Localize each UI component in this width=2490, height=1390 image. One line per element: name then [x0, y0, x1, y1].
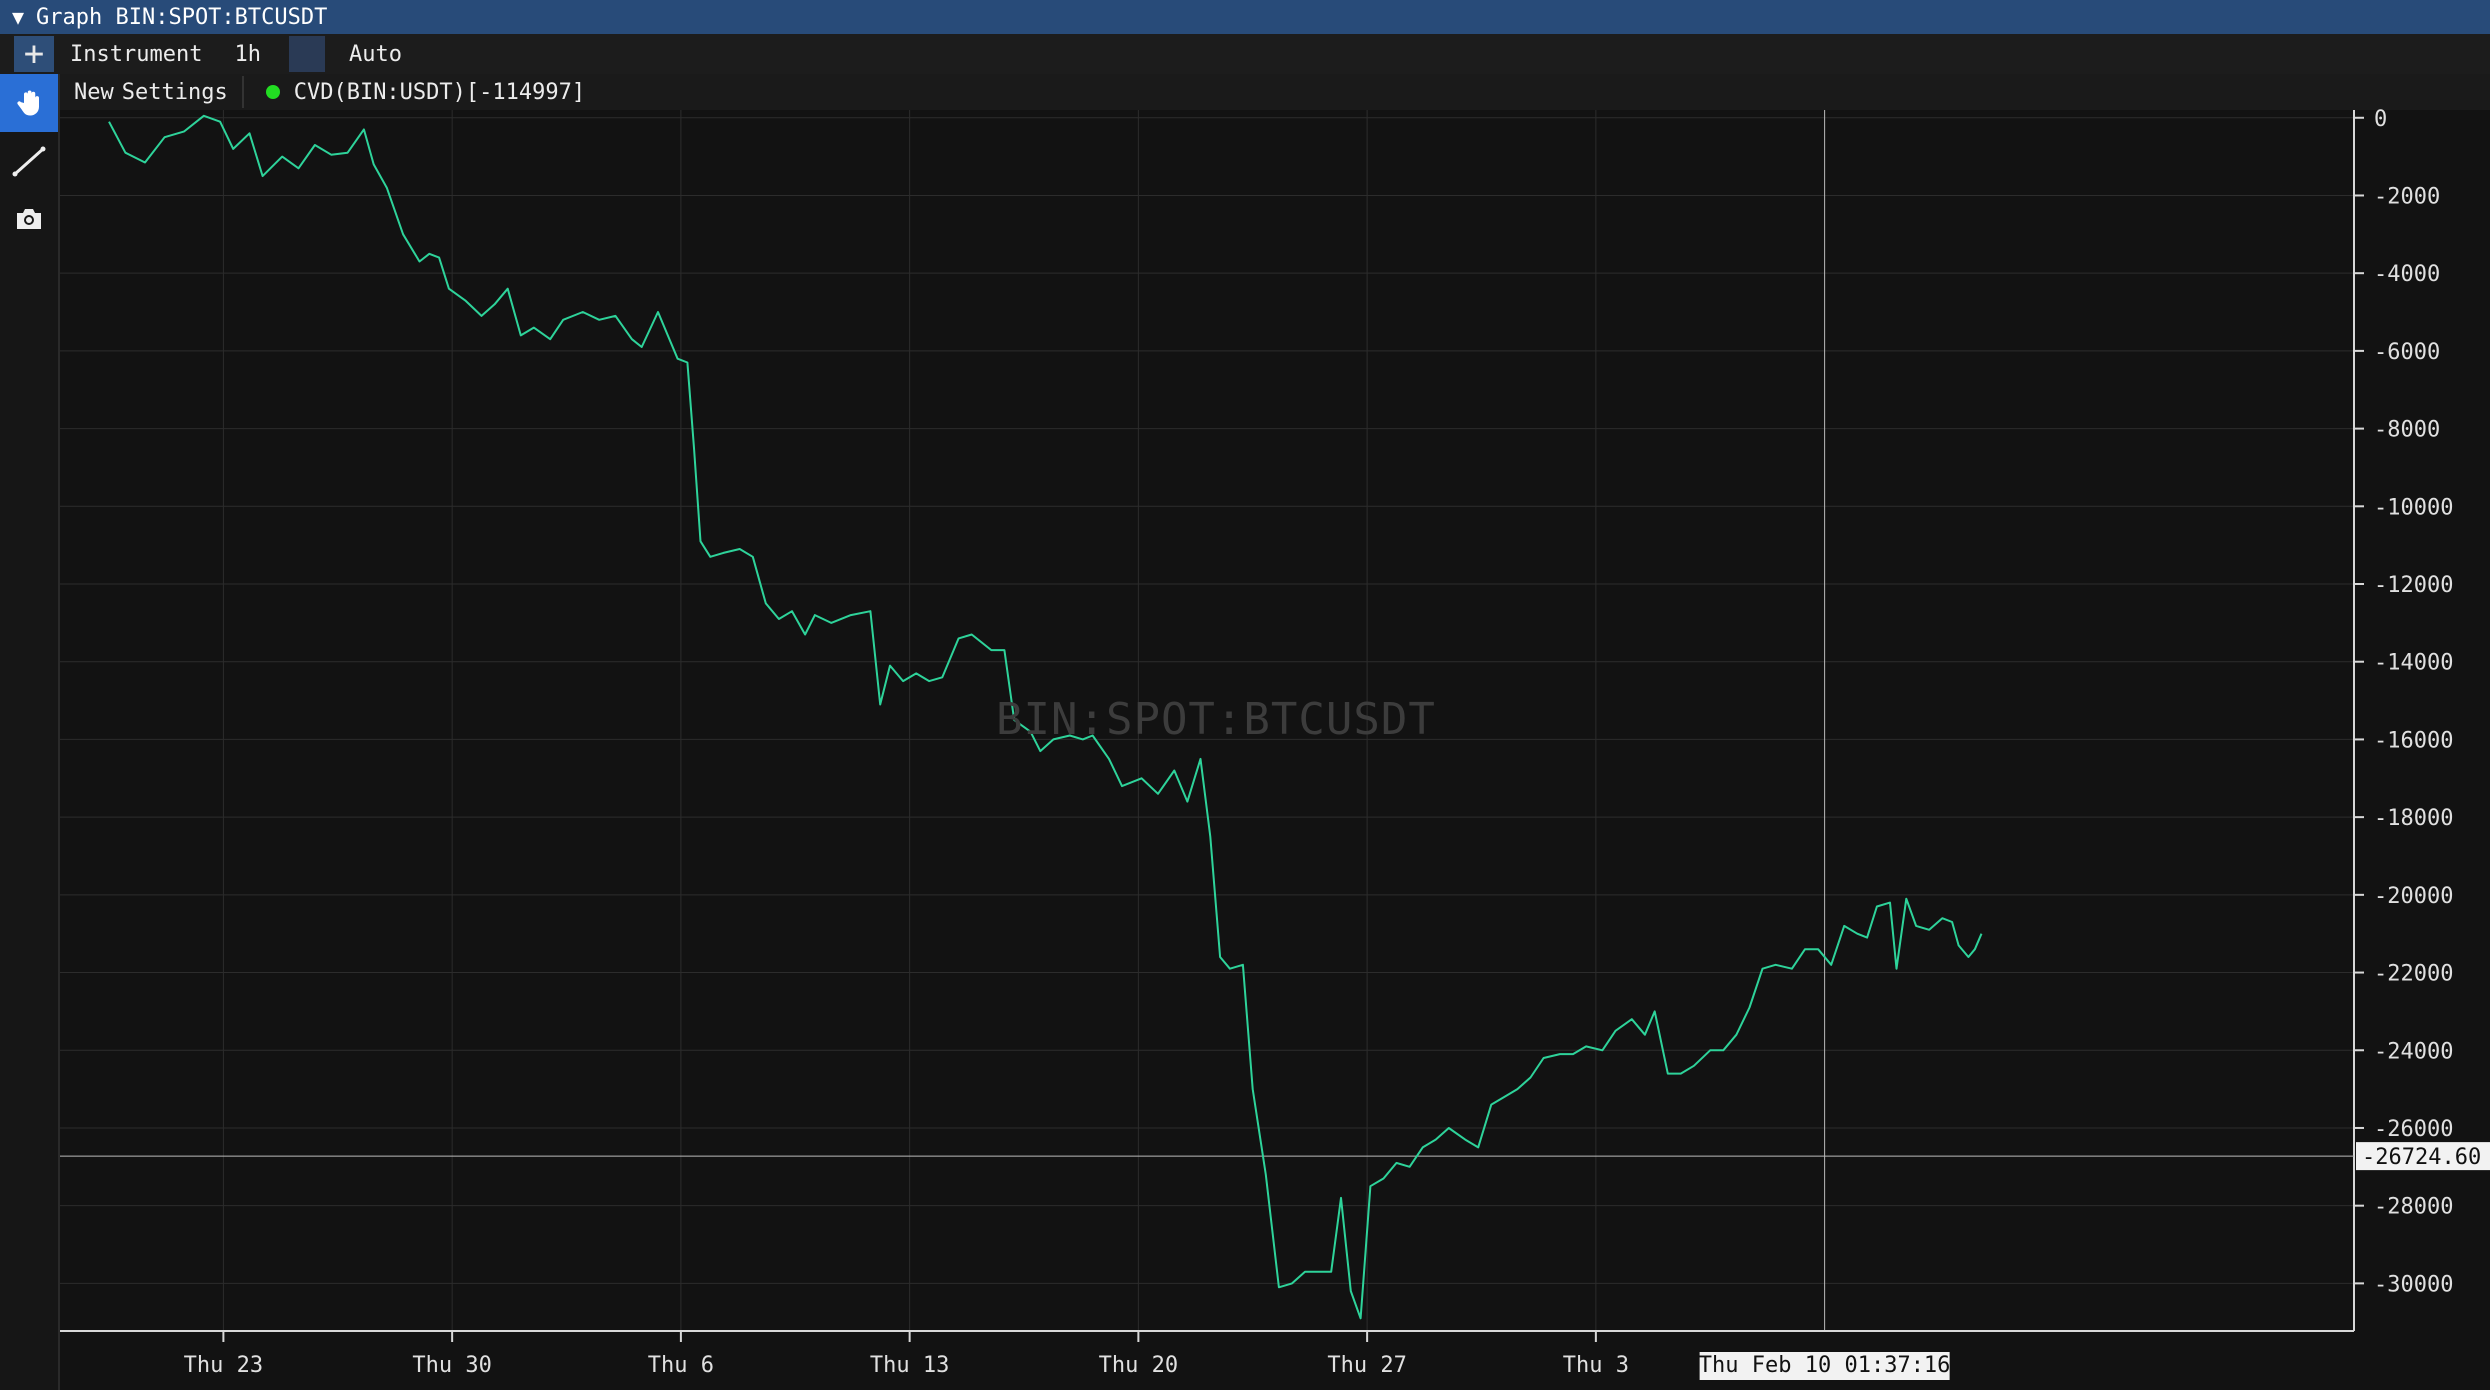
- y-tick-label: -4000: [2374, 262, 2440, 287]
- x-tick-label: Thu 20: [1099, 1353, 1178, 1378]
- crosshair-x-label: Thu Feb 10 01:37:16: [1699, 1353, 1951, 1378]
- x-tick-label: Thu 27: [1327, 1353, 1406, 1378]
- y-tick-label: -10000: [2374, 495, 2453, 520]
- y-tick-label: -18000: [2374, 806, 2453, 831]
- y-tick-label: -26000: [2374, 1117, 2453, 1142]
- x-tick-label: Thu 13: [870, 1353, 949, 1378]
- y-tick-label: -8000: [2374, 418, 2440, 443]
- y-tick-label: -20000: [2374, 884, 2453, 909]
- y-tick-label: -14000: [2374, 651, 2453, 676]
- x-tick-label: Thu 30: [412, 1353, 491, 1378]
- y-tick-label: -2000: [2374, 184, 2440, 209]
- y-tick-label: -6000: [2374, 340, 2440, 365]
- x-tick-label: Thu 23: [184, 1353, 263, 1378]
- x-tick-label: Thu 6: [648, 1353, 714, 1378]
- y-tick-label: -16000: [2374, 728, 2453, 753]
- y-tick-label: -24000: [2374, 1039, 2453, 1064]
- y-tick-label: -30000: [2374, 1272, 2453, 1297]
- y-tick-label: -28000: [2374, 1195, 2453, 1220]
- chart-watermark: BIN:SPOT:BTCUSDT: [996, 694, 1436, 745]
- x-tick-label: Thu 3: [1563, 1353, 1629, 1378]
- crosshair-y-label: -26724.60: [2362, 1145, 2481, 1170]
- y-tick-label: -12000: [2374, 573, 2453, 598]
- y-tick-label: -22000: [2374, 962, 2453, 987]
- y-tick-label: 0: [2374, 107, 2387, 132]
